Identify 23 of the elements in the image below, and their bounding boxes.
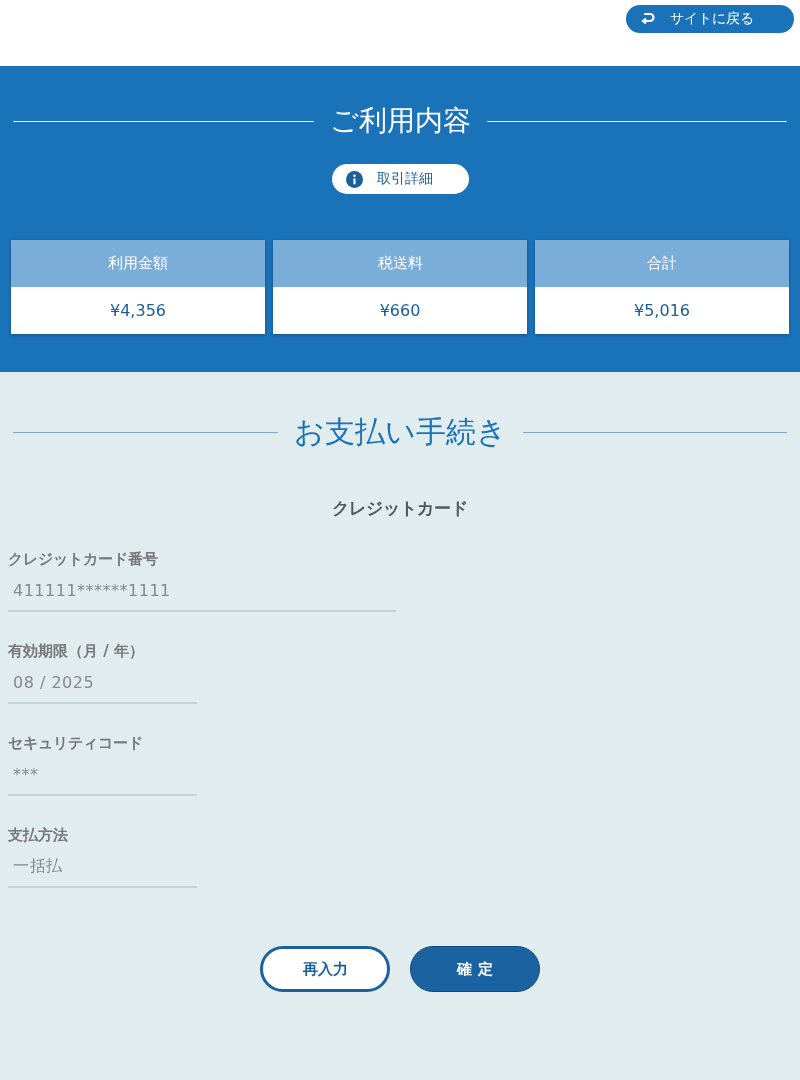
summary-label: 税送料 [273, 240, 527, 287]
summary-amount: ¥4,356 [109, 300, 167, 322]
summary-amount: ¥660 [378, 300, 422, 322]
text-field[interactable]: 411111******1111 [8, 573, 396, 612]
reenter-button[interactable]: 再入力 [260, 946, 390, 992]
back-button[interactable]: サイトに戻る [626, 5, 794, 33]
field-label: クレジットカード番号 [8, 550, 159, 569]
field-label: 有効期限（月 / 年） [8, 642, 145, 661]
detail-button[interactable]: 取引詳細 [331, 164, 469, 194]
payment-method: クレジットカード [331, 497, 469, 520]
section-title: お支払い手続き [293, 413, 507, 451]
text-field[interactable]: *** [8, 757, 197, 796]
return-arrow-icon [640, 11, 656, 27]
text-field[interactable]: 08 / 2025 [8, 665, 197, 704]
confirm-button[interactable]: 確 定 [410, 946, 540, 992]
field-label: セキュリティコード [8, 734, 144, 753]
summary-amount: ¥5,016 [633, 300, 691, 322]
summary-label: 合計 [535, 240, 789, 287]
text-field[interactable]: 一括払 [8, 849, 197, 888]
section-title: ご利用内容 [329, 103, 471, 139]
summary-label: 利用金額 [11, 240, 265, 287]
field-label: 支払方法 [8, 826, 69, 845]
info-icon [345, 170, 363, 188]
